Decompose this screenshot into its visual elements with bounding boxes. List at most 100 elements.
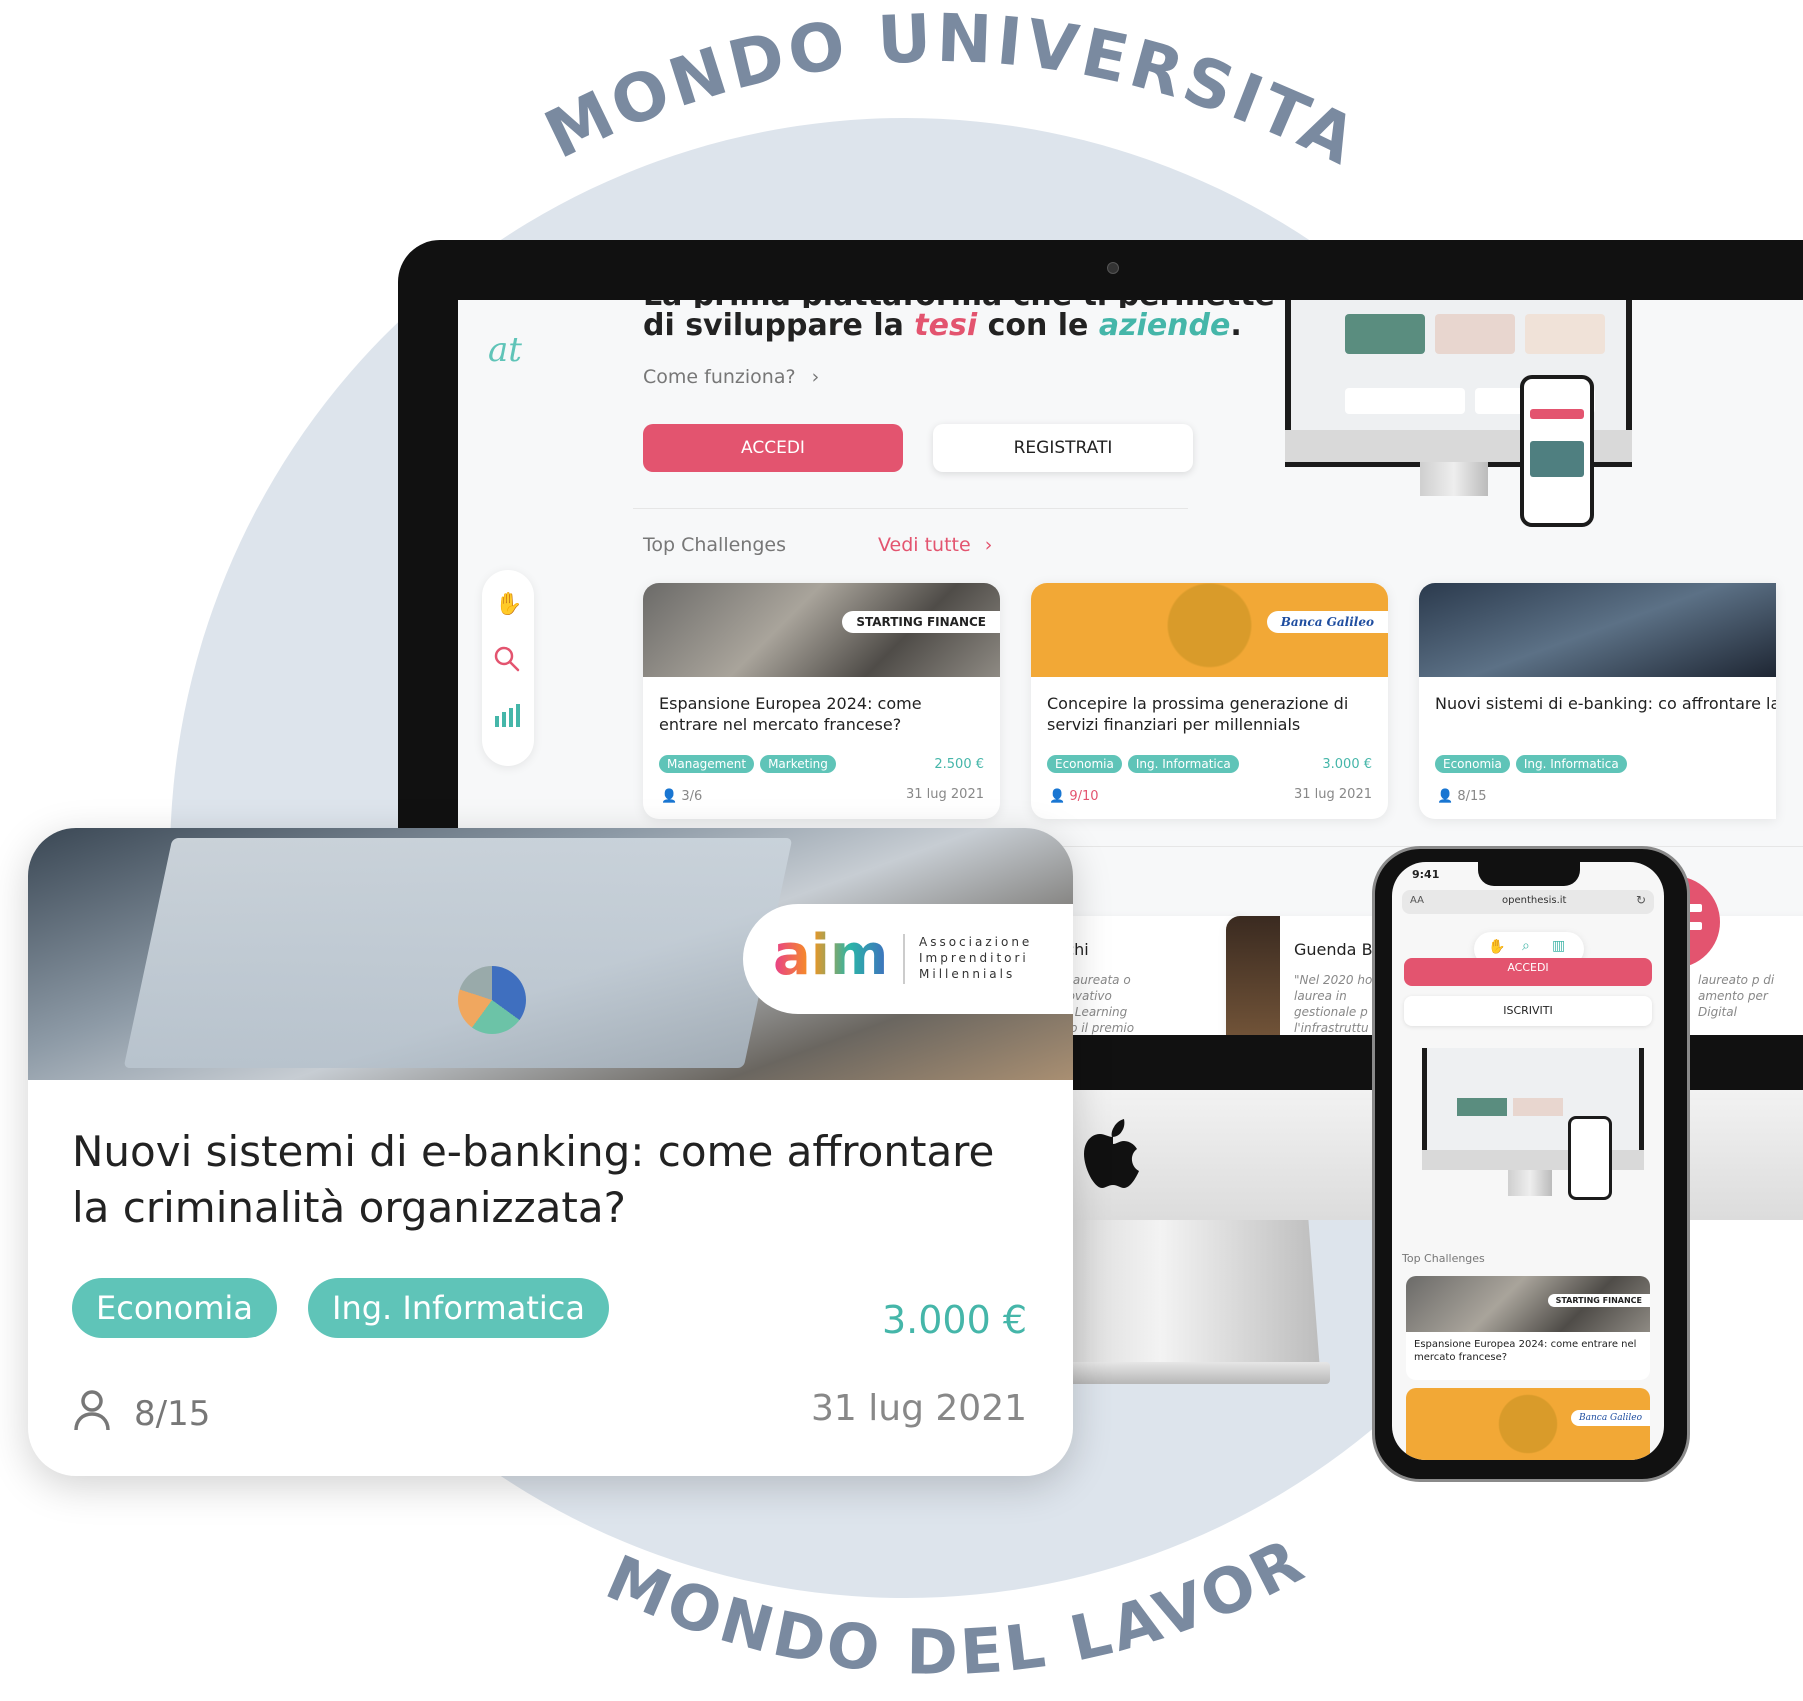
monitor-stand [1030,1220,1320,1370]
card-count: 9/10 [1069,789,1099,804]
card-tag[interactable]: Economia [1047,755,1122,773]
chevron-right-icon: › [811,366,820,388]
search-icon[interactable]: ⌕ [1522,938,1530,954]
featured-card-tag[interactable]: Ing. Informatica [308,1278,609,1338]
phone-login-button[interactable]: ACCEDI [1404,958,1652,986]
card-tag[interactable]: Marketing [760,755,836,773]
url-text: openthesis.it [1502,895,1567,906]
featured-card-tag[interactable]: Economia [72,1278,277,1338]
preview-card-3 [1525,314,1605,354]
phone-card-brand: Banca Galileo [1571,1410,1650,1426]
clap-icon[interactable]: ✋ [495,592,522,617]
hero-word-tesi: tesi [914,308,978,343]
see-all-label: Vedi tutte [878,534,971,556]
phone-register-button[interactable]: ISCRIVITI [1404,996,1652,1026]
phone-preview-card [1513,1098,1563,1116]
stats-icon[interactable] [492,700,522,730]
text-size-button[interactable]: AA [1410,895,1424,906]
phone-card-brand: STARTING FINANCE [1547,1294,1650,1307]
monitor-camera [1107,262,1119,274]
phone-card-title: Espansione Europea 2024: come entrare ne… [1414,1339,1637,1363]
login-button[interactable]: ACCEDI [643,424,903,472]
challenge-card[interactable]: STARTING FINANCE Espansione Europea 2024… [643,583,1000,819]
avatar [1226,916,1280,1035]
card-title: Nuovi sistemi di e-banking: co affrontar… [1435,694,1776,713]
card-tags: Economia Ing. Informatica [1047,753,1245,773]
side-nav: ✋ [482,570,534,766]
featured-card-price: 3.000 € [881,1298,1027,1342]
card-image: Banca Galileo [1031,583,1388,677]
preview-phone [1520,375,1594,527]
phone-card-image: STARTING FINANCE [1406,1276,1650,1332]
challenge-card[interactable]: Nuovi sistemi di e-banking: co affrontar… [1419,583,1776,819]
card-tag[interactable]: Economia [1435,755,1510,773]
card-tag[interactable]: Management [659,755,755,773]
card-tags: Management Marketing [659,753,842,773]
hero-line1-text: La prima piattaforma che ti permette [643,300,1275,308]
brand-divider [903,934,905,984]
phone-challenge-card[interactable]: STARTING FINANCE Espansione Europea 2024… [1406,1276,1650,1380]
preview-phone-card [1530,441,1584,477]
card-tag[interactable]: Ing. Informatica [1515,755,1627,773]
hero-text-pre: di sviluppare la [643,308,915,343]
hero-text-end: . [1230,308,1242,343]
phone-preview-card [1457,1098,1507,1116]
hero-text-mid: con le [977,308,1099,343]
brand-name-line: Millennials [919,967,1016,981]
how-it-works-label: Come funziona? [643,366,796,388]
featured-card-date: 31 lug 2021 [811,1388,1027,1429]
smartphone-screen: 9:41 AA openthesis.it ↻ ✋ ⌕ ▥ ACCEDI ISC… [1392,862,1664,1460]
featured-card-title: Nuovi sistemi di e-banking: come affront… [72,1127,995,1232]
preview-phone-button [1530,409,1584,419]
clap-icon[interactable]: ✋ [1488,939,1505,955]
phone-preview-stand [1508,1170,1552,1196]
apple-logo-icon [1084,1119,1139,1188]
card-participants: 👤 8/15 [1437,789,1487,804]
card-date: 31 lug 2021 [906,787,984,802]
phone-preview-phone [1568,1116,1612,1200]
preview-card-1 [1345,314,1425,354]
profile-quote: laureato p di amento per Digital [1698,973,1775,1019]
user-icon: 👤 [1049,789,1066,804]
card-price: 2.500 € [934,757,984,772]
phone-notch [1478,862,1580,886]
user-icon: 👤 [1437,789,1454,804]
featured-card-participants: 8/15 [134,1394,211,1434]
user-icon: 👤 [661,789,678,804]
register-button[interactable]: REGISTRATI [933,424,1193,472]
status-time: 9:41 [1412,868,1440,881]
preview-monitor-stand [1420,462,1488,496]
brand-name-line: Associazione [919,935,1033,949]
card-image: STARTING FINANCE [643,583,1000,677]
brand-name-line: Imprenditori [919,951,1029,965]
preview-profile-1 [1345,388,1465,414]
stats-icon[interactable]: ▥ [1552,938,1565,954]
reload-icon[interactable]: ↻ [1636,893,1646,907]
card-count: 3/6 [681,789,703,804]
card-title: Espansione Europea 2024: come entrare ne… [659,694,922,734]
phone-challenge-card-2[interactable]: Banca Galileo [1406,1388,1650,1460]
user-icon [74,1390,110,1431]
donut-chart-image [458,966,526,1034]
app-logo[interactable]: at [488,330,522,370]
laptop-screen-image [123,838,793,1068]
card-count: 8/15 [1457,789,1487,804]
card-brand-badge: STARTING FINANCE [842,611,1000,633]
hero-line2: di sviluppare la tesi con le aziende. [643,308,1242,343]
preview-card-2 [1435,314,1515,354]
how-it-works-link[interactable]: Come funziona? › [643,366,819,388]
card-tag[interactable]: Ing. Informatica [1127,755,1239,773]
brand-name: Associazione Imprenditori Millennials [919,934,1032,982]
search-icon[interactable] [492,644,522,674]
featured-brand-badge: aim Associazione Imprenditori Millennial… [743,904,1073,1014]
phone-section-title: Top Challenges [1402,1252,1485,1265]
see-all-link[interactable]: Vedi tutte › [878,534,992,556]
card-participants: 👤 9/10 [1049,789,1099,804]
featured-challenge-card[interactable]: aim Associazione Imprenditori Millennial… [28,828,1073,1476]
card-participants: 👤 3/6 [661,789,702,804]
hero-line1-partial: La prima piattaforma che ti permette [643,300,1275,308]
featured-card-image: aim Associazione Imprenditori Millennial… [28,828,1073,1080]
aim-logo: aim [773,923,889,988]
url-bar[interactable]: AA openthesis.it ↻ [1402,890,1654,914]
challenge-card[interactable]: Banca Galileo Concepire la prossima gene… [1031,583,1388,819]
